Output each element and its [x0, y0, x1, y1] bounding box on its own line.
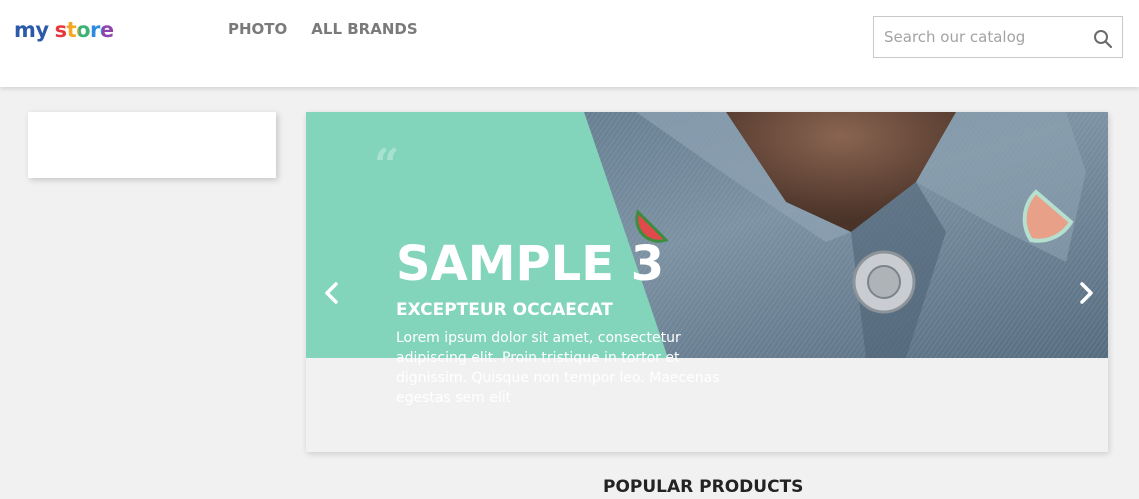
- nav-item-photo[interactable]: PHOTO: [228, 20, 287, 38]
- quote-mark: “: [374, 140, 400, 191]
- search-input[interactable]: [874, 17, 1084, 57]
- nav-item-all-brands[interactable]: ALL BRANDS: [311, 20, 417, 38]
- image-slider: “ SAMPLE 3 EXCEPTEUR OCCAECAT Lorem ipsu…: [306, 112, 1108, 452]
- slide-image: [306, 112, 1108, 358]
- slide-title: SAMPLE 3: [396, 236, 665, 292]
- slide-description: Lorem ipsum dolor sit amet, consectetur …: [396, 330, 720, 406]
- logo-text-store: store: [54, 18, 115, 42]
- popular-products-title: POPULAR PRODUCTS: [603, 477, 804, 497]
- logo-text-my: my: [14, 18, 49, 42]
- search-box: [873, 16, 1123, 58]
- chevron-right-icon[interactable]: [1074, 278, 1098, 308]
- search-icon[interactable]: [1092, 28, 1114, 50]
- main-nav: PHOTO ALL BRANDS: [228, 20, 418, 38]
- sidebar-block: [28, 112, 276, 178]
- chevron-left-icon[interactable]: [320, 278, 344, 308]
- site-header: my store PHOTO ALL BRANDS: [0, 0, 1139, 87]
- slide-subtitle: EXCEPTEUR OCCAECAT: [396, 300, 613, 320]
- store-logo[interactable]: my store: [14, 18, 114, 42]
